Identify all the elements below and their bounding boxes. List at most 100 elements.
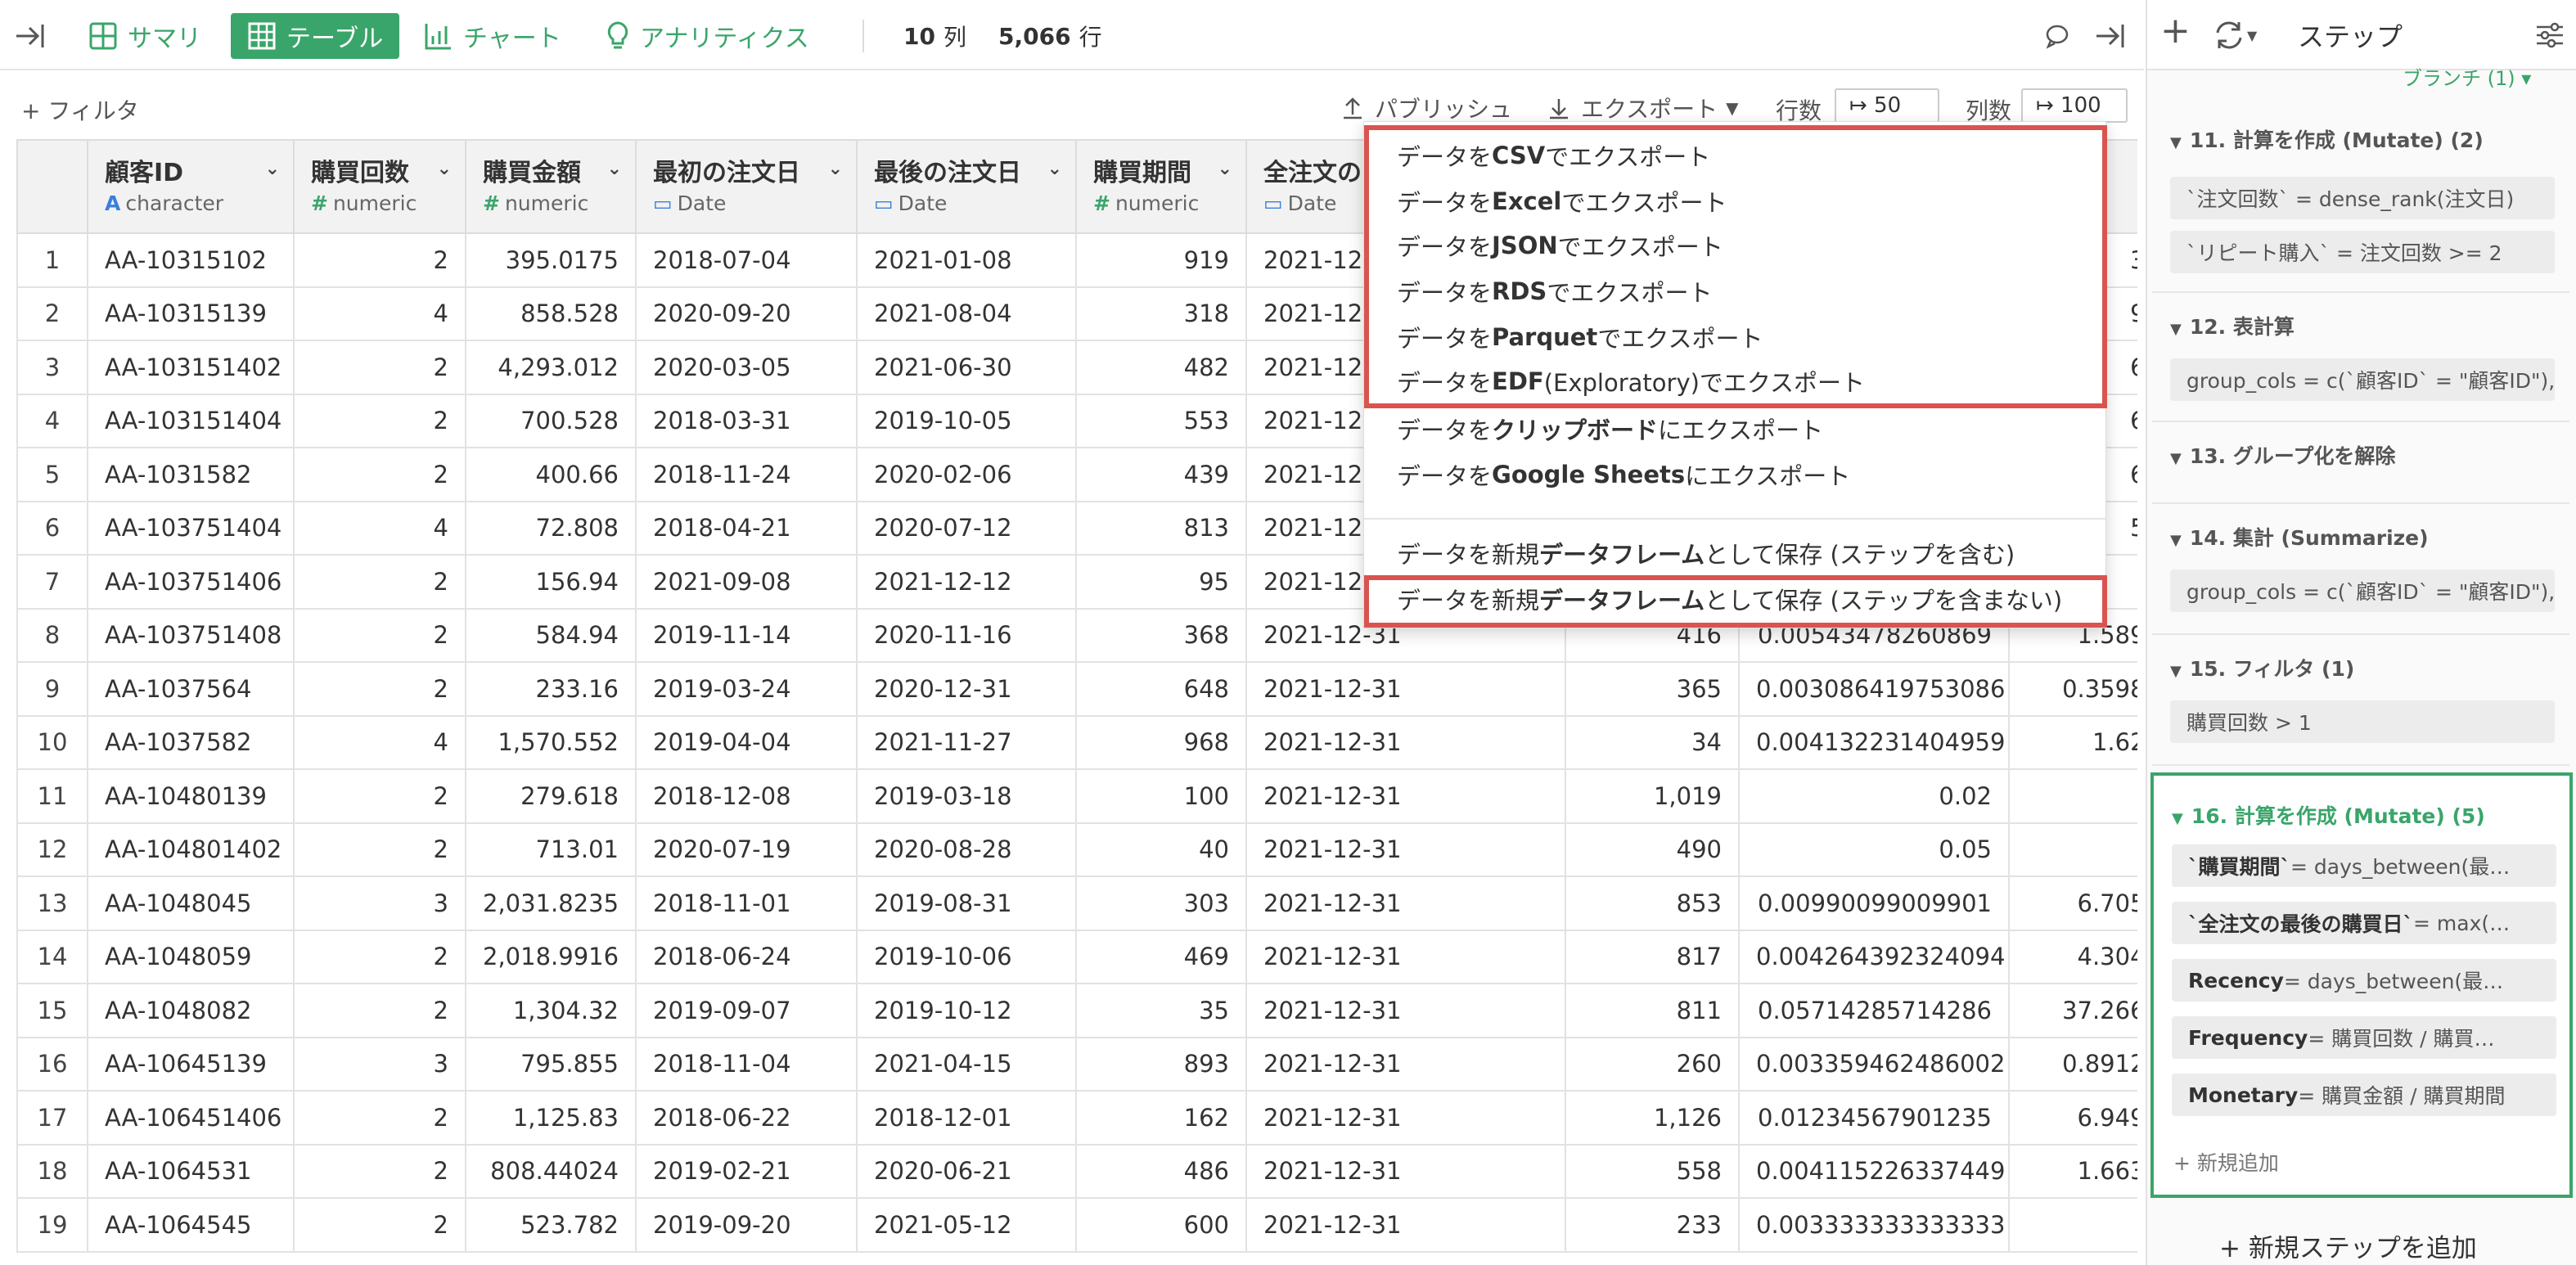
table-cell[interactable]: 4.3048 (2008, 929, 2137, 984)
settings-sliders-icon[interactable] (2535, 21, 2565, 49)
step-expression-chip[interactable]: Recency = days_between(最… (2172, 959, 2556, 1002)
table-row[interactable]: 14 AA-1048059 2 2,018.9916 2018-06-24 2019-10… (16, 929, 2137, 984)
table-row[interactable]: 9 AA-1037564 2 233.16 2019-03-24 2020-12-31 64… (16, 661, 2137, 717)
table-cell[interactable]: AA-1037582 (87, 714, 295, 770)
table-cell[interactable]: 2 (293, 1143, 466, 1199)
table-cell[interactable]: 368 (1075, 607, 1247, 663)
table-cell[interactable]: 318 (1075, 286, 1247, 341)
table-cell[interactable]: AA-103151402 (87, 340, 295, 395)
add-step-icon[interactable]: + (2160, 10, 2191, 52)
table-cell[interactable]: 2018-07-04 (635, 232, 858, 288)
table-cell[interactable]: 968 (1075, 714, 1247, 770)
export-menu-item[interactable]: データを クリップボード にエクスポート (1397, 407, 1823, 451)
table-cell[interactable]: 0.003359462486002 (1738, 1036, 2010, 1092)
step-expression-chip[interactable]: `リピート購入` = 注文回数 >= 2 (2170, 231, 2555, 273)
table-cell[interactable]: 2021-08-04 (856, 286, 1077, 341)
table-cell[interactable]: 3 (293, 876, 466, 931)
table-cell[interactable]: AA-103151404 (87, 393, 295, 448)
table-cell[interactable]: 4 (293, 500, 466, 556)
table-cell[interactable]: 2019-09-07 (635, 983, 858, 1038)
export-menu-item[interactable]: データを CSV でエクスポート (1397, 133, 1710, 178)
table-cell[interactable]: 469 (1075, 929, 1247, 984)
table-row[interactable]: 16 AA-10645139 3 795.855 2018-11-04 2021-04-1… (16, 1036, 2137, 1092)
add-filter-button[interactable]: + フィルタ (21, 93, 139, 126)
collapse-left-icon[interactable] (15, 13, 57, 59)
table-cell[interactable]: 2 (293, 929, 466, 984)
table-cell[interactable]: 2021-12-31 (1245, 1143, 1566, 1199)
table-cell[interactable]: 2 (293, 1090, 466, 1146)
table-cell[interactable]: AA-1037564 (87, 661, 295, 717)
table-cell[interactable]: 893 (1075, 1036, 1247, 1092)
rows-input[interactable]: ↦ 50 (1835, 88, 1939, 123)
export-menu-item[interactable]: データを新規 データフレーム として保存 (ステップを含む) (1397, 531, 2015, 575)
step-item[interactable]: ▼ 15. フィルタ (1) 購買回数 > 1 (2152, 635, 2569, 766)
cols-input[interactable]: ↦ 100 (2021, 88, 2128, 123)
table-cell[interactable]: 2020-09-20 (635, 286, 858, 341)
table-cell[interactable]: 2020-08-28 (856, 822, 1077, 877)
triangle-down-icon[interactable]: ▼ (2170, 450, 2182, 467)
export-menu-item[interactable]: データを Google Sheets にエクスポート (1397, 452, 1850, 497)
table-cell[interactable]: 2021-12-31 (1245, 983, 1566, 1038)
table-cell[interactable]: 1,019 (1565, 768, 1740, 824)
add-new-step-button[interactable]: + 新規ステップを追加 (2219, 1227, 2477, 1264)
table-cell[interactable]: AA-1048059 (87, 929, 295, 984)
table-cell[interactable]: 2018-11-24 (635, 447, 858, 502)
table-cell[interactable]: AA-1048045 (87, 876, 295, 931)
triangle-down-icon[interactable]: ▼ (2170, 321, 2182, 338)
export-menu-item[interactable]: データを新規 データフレーム として保存 (ステップを含まない) (1397, 577, 2062, 621)
step-expression-chip[interactable]: group_cols = c(`顧客ID` = "顧客ID"),… (2170, 358, 2555, 401)
column-header[interactable]: 最初の注文日 ▭ Date ⌄ (635, 139, 858, 234)
triangle-down-icon[interactable]: ▼ (2172, 810, 2183, 827)
table-cell[interactable]: 2019-03-18 (856, 768, 1077, 824)
table-cell[interactable]: 2018-11-01 (635, 876, 858, 931)
table-cell[interactable]: 2020-12-31 (856, 661, 1077, 717)
step-title[interactable]: ▼ 14. 集計 (Summarize) (2170, 522, 2429, 551)
table-cell[interactable]: 2019-10-12 (856, 983, 1077, 1038)
table-cell[interactable]: AA-1064545 (87, 1197, 295, 1253)
column-header[interactable]: 最後の注文日 ▭ Date ⌄ (856, 139, 1077, 234)
table-cell[interactable]: 2020-02-06 (856, 447, 1077, 502)
table-cell[interactable]: 279.618 (465, 768, 637, 824)
table-cell[interactable]: AA-10645139 (87, 1036, 295, 1092)
table-cell[interactable]: 0.89121 (2008, 1036, 2137, 1092)
table-cell[interactable]: 6.9495 (2008, 1090, 2137, 1146)
chevron-down-icon[interactable]: ⌄ (828, 159, 843, 179)
publish-button[interactable]: パブリッシュ (1342, 92, 1512, 124)
table-cell[interactable]: 2018-06-22 (635, 1090, 858, 1146)
table-cell[interactable]: 400.66 (465, 447, 637, 502)
table-cell[interactable]: 2 (293, 607, 466, 663)
table-row[interactable]: 11 AA-10480139 2 279.618 2018-12-08 2019-03-1… (16, 768, 2137, 824)
table-cell[interactable]: AA-104801402 (87, 822, 295, 877)
table-cell[interactable]: 233 (1565, 1197, 1740, 1253)
table-cell[interactable]: 808.44024 (465, 1143, 637, 1199)
table-cell[interactable]: 2021-12-12 (856, 554, 1077, 610)
table-row[interactable]: 18 AA-1064531 2 808.44024 2019-02-21 2020-06-… (16, 1143, 2137, 1199)
table-cell[interactable]: 2021-12-31 (1245, 876, 1566, 931)
table-cell[interactable]: 1.6634 (2008, 1143, 2137, 1199)
table-cell[interactable]: 0.004115226337449 (1738, 1143, 2010, 1199)
column-header[interactable]: 購買期間 # numeric ⌄ (1075, 139, 1247, 234)
table-cell[interactable]: 0.35981 (2008, 661, 2137, 717)
chevron-down-icon[interactable]: ⌄ (265, 159, 280, 179)
table-cell[interactable]: 2 (293, 393, 466, 448)
table-row[interactable]: 10 AA-1037582 4 1,570.552 2019-04-04 2021-11-… (16, 714, 2137, 770)
table-cell[interactable]: 2019-04-04 (635, 714, 858, 770)
table-cell[interactable]: 40 (1075, 822, 1247, 877)
step-expression-chip[interactable]: Frequency = 購買回数 / 購買… (2172, 1016, 2556, 1059)
table-cell[interactable]: 795.855 (465, 1036, 637, 1092)
table-cell[interactable]: 2021-01-08 (856, 232, 1077, 288)
table-cell[interactable]: 4,293.012 (465, 340, 637, 395)
tab-analytics[interactable]: アナリティクス (606, 13, 809, 59)
triangle-down-icon[interactable]: ▼ (2170, 663, 2182, 680)
add-new-expression-button[interactable]: + 新規追加 (2173, 1147, 2279, 1177)
table-cell[interactable]: AA-103751408 (87, 607, 295, 663)
refresh-dropdown-icon[interactable]: ▼ (2247, 28, 2257, 43)
table-cell[interactable]: 0.01234567901235 (1738, 1090, 2010, 1146)
table-cell[interactable]: 2018-06-24 (635, 929, 858, 984)
table-cell[interactable]: 2021-12-31 (1245, 1197, 1566, 1253)
step-expression-chip[interactable]: group_cols = c(`顧客ID` = "顧客ID"),… (2170, 569, 2555, 612)
table-cell[interactable]: 100 (1075, 768, 1247, 824)
table-cell[interactable]: 3 (293, 1036, 466, 1092)
table-cell[interactable]: 2020-03-05 (635, 340, 858, 395)
table-cell[interactable]: AA-1048082 (87, 983, 295, 1038)
